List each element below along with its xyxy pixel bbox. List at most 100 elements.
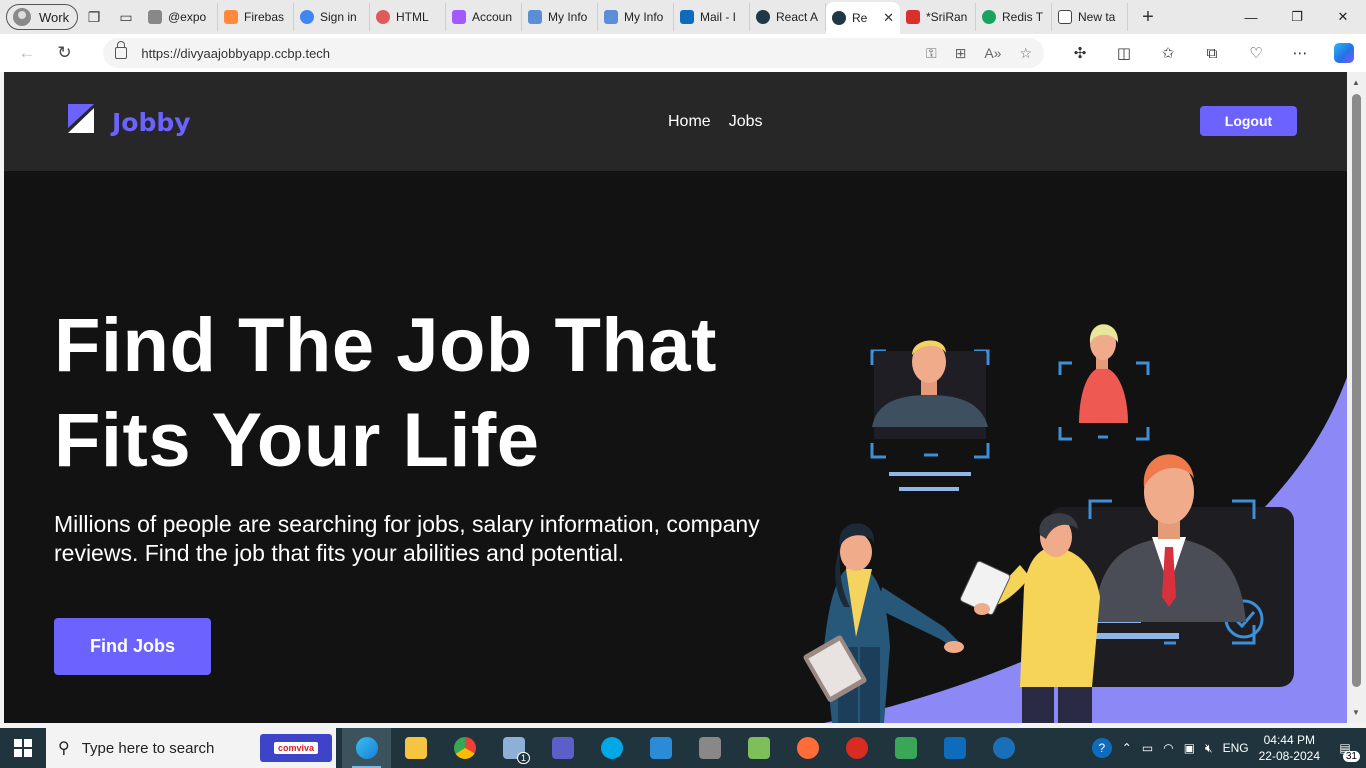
redis-app-icon[interactable] xyxy=(832,728,881,768)
wifi-icon[interactable]: ◠ xyxy=(1163,741,1173,755)
tab-favicon-icon xyxy=(680,10,694,24)
jobby-logo-icon[interactable] xyxy=(66,102,96,135)
browser-tab[interactable]: Mail - I xyxy=(674,3,750,31)
tab-favicon-icon xyxy=(148,10,162,24)
teams-app-icon[interactable] xyxy=(538,728,587,768)
start-button[interactable] xyxy=(0,728,46,768)
hero-title-line: Fits Your Life xyxy=(54,398,540,483)
notepad-app-icon[interactable] xyxy=(734,728,783,768)
outlook-app-icon[interactable] xyxy=(930,728,979,768)
browser-tab[interactable]: Sign in xyxy=(294,3,370,31)
site-header: Jobby Home Jobs Logout xyxy=(4,72,1347,171)
tab-favicon-icon xyxy=(982,10,996,24)
more-menu-icon[interactable]: ⋯ xyxy=(1278,38,1322,68)
search-promo-logo[interactable]: comviva xyxy=(260,734,332,762)
tab-favicon-icon xyxy=(528,10,542,24)
skype-app-icon[interactable] xyxy=(587,728,636,768)
scroll-down-icon[interactable]: ▼ xyxy=(1352,708,1360,717)
mail-badge: 1 xyxy=(516,752,530,764)
search-icon: ⚲ xyxy=(58,740,70,757)
workspaces-icon[interactable]: ❐ xyxy=(78,3,110,31)
browser-tab[interactable]: New ta xyxy=(1052,3,1128,31)
browser-tab[interactable]: My Info xyxy=(522,3,598,31)
profile-label: Work xyxy=(39,9,70,25)
chevron-up-icon[interactable]: ⌃ xyxy=(1122,741,1132,755)
scrollbar-thumb[interactable] xyxy=(1352,94,1361,687)
back-icon[interactable]: ← xyxy=(8,38,46,68)
media-app-icon[interactable] xyxy=(881,728,930,768)
mail-app-icon[interactable]: 1 xyxy=(489,728,538,768)
performance-icon[interactable]: ♡ xyxy=(1234,38,1278,68)
file-explorer-app-icon[interactable] xyxy=(391,728,440,768)
edge-app-icon[interactable] xyxy=(342,728,391,768)
tab-favicon-icon xyxy=(300,10,314,24)
search-placeholder: Type here to search xyxy=(81,739,215,757)
vscode-app-icon[interactable] xyxy=(636,728,685,768)
clock[interactable]: 04:44 PM 22-08-2024 xyxy=(1259,732,1320,764)
battery-icon[interactable]: ▭ xyxy=(1142,741,1153,755)
hero-description: Millions of people are searching for job… xyxy=(54,511,760,566)
tab-actions-icon[interactable]: ▭ xyxy=(110,3,142,31)
browser-tab[interactable]: *SriRan xyxy=(900,3,976,31)
browser-tab[interactable]: React A xyxy=(750,3,826,31)
browser-tab[interactable]: HTML xyxy=(370,3,446,31)
tab-favicon-icon xyxy=(906,10,920,24)
find-jobs-button[interactable]: Find Jobs xyxy=(54,618,211,675)
display-icon[interactable]: ▣ xyxy=(1184,741,1195,755)
main-nav: Home Jobs xyxy=(668,113,762,131)
network-app-icon[interactable] xyxy=(685,728,734,768)
browser-tab[interactable]: @expo xyxy=(142,3,218,31)
favorite-star-icon[interactable]: ☆ xyxy=(1019,45,1032,62)
key-icon[interactable]: ⚿ xyxy=(926,45,937,62)
browser-tab[interactable]: Firebas xyxy=(218,3,294,31)
page-viewport: Jobby Home Jobs Logout Find The Job That… xyxy=(4,72,1347,723)
avatar xyxy=(13,8,31,26)
nav-link-jobs[interactable]: Jobs xyxy=(729,113,763,131)
notification-center-button[interactable]: ▤ 31 xyxy=(1330,728,1360,768)
brand-name[interactable]: Jobby xyxy=(112,108,191,137)
tab-favicon-icon xyxy=(452,10,466,24)
lock-icon xyxy=(115,41,128,59)
refresh-icon[interactable]: ↻ xyxy=(46,38,84,68)
address-bar: ← ↻ https://divyaajobbyapp.ccbp.tech ⚿ ⊞… xyxy=(0,34,1366,72)
profile-button[interactable]: Work xyxy=(6,4,78,30)
windows-logo-icon xyxy=(14,739,32,757)
clock-date: 22-08-2024 xyxy=(1258,749,1320,763)
browser-tab[interactable]: Redis T xyxy=(976,3,1052,31)
nav-link-home[interactable]: Home xyxy=(668,113,711,131)
postman-app-icon[interactable] xyxy=(783,728,832,768)
url-field[interactable]: https://divyaajobbyapp.ccbp.tech ⚿ ⊞ A» … xyxy=(103,38,1045,68)
language-indicator[interactable]: ENG xyxy=(1223,741,1249,755)
read-aloud-icon[interactable]: A» xyxy=(984,45,1001,62)
logout-button[interactable]: Logout xyxy=(1200,106,1297,136)
browser-tab-active[interactable]: Re ✕ xyxy=(826,2,900,34)
clock-app-icon[interactable] xyxy=(979,728,1028,768)
favorites-icon[interactable]: ✩ xyxy=(1146,38,1190,68)
tab-favicon-icon xyxy=(1058,10,1072,24)
hero-title-line: Find The Job That xyxy=(54,303,717,388)
hero-title: Find The Job That Fits Your Life xyxy=(54,298,774,488)
close-window-icon[interactable]: ✕ xyxy=(1320,1,1366,33)
close-tab-icon[interactable]: ✕ xyxy=(883,10,894,26)
browser-tab[interactable]: Accoun xyxy=(446,3,522,31)
hero-illustration xyxy=(803,324,1347,723)
copilot-icon[interactable] xyxy=(1322,38,1366,68)
restore-icon[interactable]: ❐ xyxy=(1274,1,1320,33)
url-text: https://divyaajobbyapp.ccbp.tech xyxy=(141,45,331,61)
volume-muted-icon[interactable]: 🔇︎ xyxy=(1205,741,1213,756)
extensions-icon[interactable]: ✣ xyxy=(1058,38,1102,68)
collections-icon[interactable]: ⧉ xyxy=(1190,38,1234,68)
minimize-icon[interactable]: — xyxy=(1228,1,1274,33)
system-tray: ? ⌃ ▭ ◠ ▣ 🔇︎ ENG 04:44 PM 22-08-2024 ▤ 3… xyxy=(1091,728,1366,768)
page-scrollbar[interactable]: ▲ ▼ xyxy=(1347,72,1366,723)
chrome-app-icon[interactable] xyxy=(440,728,489,768)
taskbar-search[interactable]: ⚲ Type here to search comviva xyxy=(46,728,336,768)
new-tab-button[interactable]: + xyxy=(1128,6,1168,29)
windows-taskbar: ⚲ Type here to search comviva 1 ? ⌃ ▭ ◠ … xyxy=(0,728,1366,768)
apps-icon[interactable]: ⊞ xyxy=(955,45,967,62)
scroll-up-icon[interactable]: ▲ xyxy=(1352,78,1360,87)
browser-tab[interactable]: My Info xyxy=(598,3,674,31)
tab-favicon-icon xyxy=(832,11,846,25)
help-icon[interactable]: ? xyxy=(1091,738,1112,758)
split-screen-icon[interactable]: ◫ xyxy=(1102,38,1146,68)
